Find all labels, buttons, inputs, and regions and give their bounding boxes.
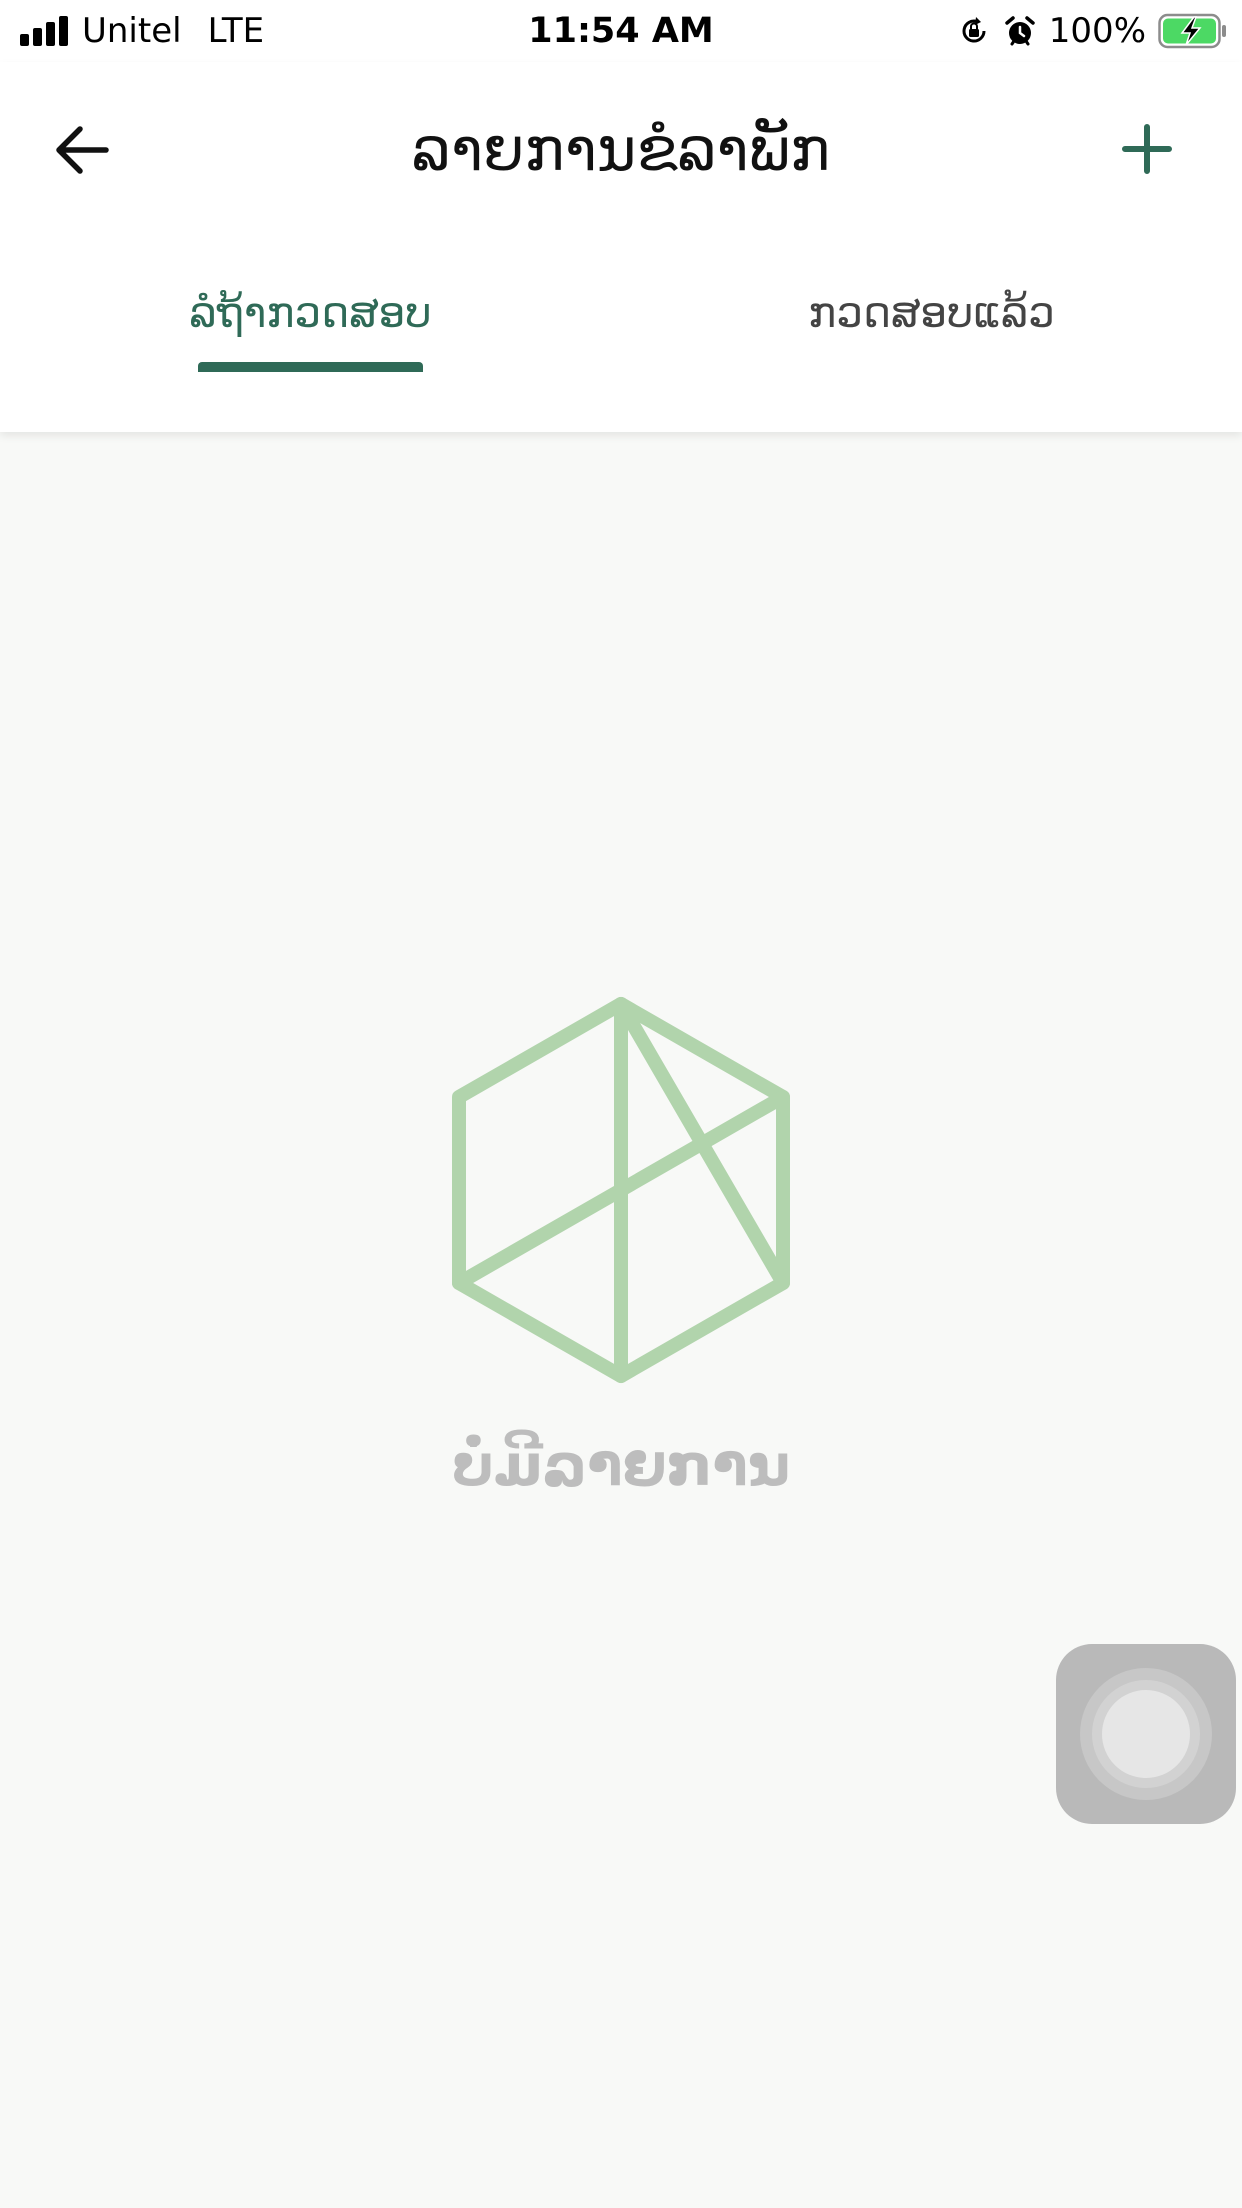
battery-percent: 100% [1048, 11, 1146, 51]
active-tab-indicator [198, 362, 423, 372]
back-arrow-icon[interactable] [50, 116, 118, 184]
add-leave-request-button[interactable] [1112, 114, 1182, 184]
tab-pending-review[interactable]: ລໍຖ້າກວດສອບ [0, 258, 621, 368]
assistive-touch-button[interactable] [1056, 1644, 1236, 1824]
tab-reviewed[interactable]: ກວດສອບແລ້ວ [621, 258, 1242, 368]
alarm-icon [1005, 16, 1035, 46]
empty-state-message: ບໍ່ມີລາຍການ [451, 1431, 791, 1499]
empty-box-icon [452, 997, 790, 1383]
battery-charging-icon [1158, 13, 1226, 49]
page-title: ລາຍການຂໍລາພັກ [411, 115, 831, 185]
orientation-lock-icon [962, 17, 986, 43]
status-right: 100% [957, 10, 1228, 52]
status-bar: Unitel LTE 11:54 AM 100% [0, 0, 1242, 62]
app-header: ລາຍການຂໍລາພັກ ລໍຖ້າກວດສອບ ກວດສອບແລ້ວ [0, 62, 1242, 432]
